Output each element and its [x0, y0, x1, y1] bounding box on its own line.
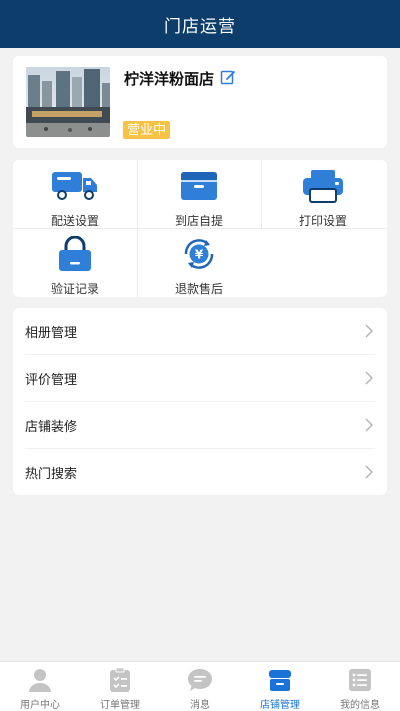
chevron-right-icon — [365, 465, 374, 479]
list-item-label: 相册管理 — [25, 324, 78, 340]
delivery-truck-icon — [50, 170, 100, 207]
tab-store-management[interactable]: 店铺管理 — [240, 662, 320, 711]
tab-label: 店铺管理 — [260, 700, 300, 711]
management-list: 相册管理 评价管理 店铺装修 热门搜索 — [13, 308, 387, 495]
lock-icon — [55, 235, 95, 277]
user-icon — [26, 667, 54, 693]
tab-label: 我的信息 — [340, 700, 380, 711]
refund-yen-icon: ¥ — [178, 236, 220, 277]
list-item-label: 评价管理 — [25, 371, 78, 387]
print-settings-button[interactable]: 打印设置 — [261, 160, 385, 228]
list-item-label: 热门搜索 — [25, 465, 78, 481]
feature-grid: 配送设置 到店自提 打印设置 验证记录 ¥ 退款售后 — [13, 160, 387, 297]
edit-icon[interactable] — [220, 69, 236, 85]
store-info-card: 柠洋洋粉面店 营业中 — [13, 56, 387, 148]
tab-user-center[interactable]: 用户中心 — [0, 662, 80, 711]
tab-label: 消息 — [190, 700, 210, 711]
store-name: 柠洋洋粉面店 — [124, 71, 215, 88]
svg-text:¥: ¥ — [195, 247, 204, 261]
list-item-review-management[interactable]: 评价管理 — [13, 355, 387, 401]
tab-messages[interactable]: 消息 — [160, 662, 240, 711]
list-item-album-management[interactable]: 相册管理 — [13, 308, 387, 354]
status-badge: 营业中 — [123, 121, 171, 139]
clipboard-icon — [106, 667, 134, 693]
list-icon — [346, 667, 374, 693]
store-photo — [26, 67, 110, 137]
store-pickup-button[interactable]: 到店自提 — [137, 160, 261, 228]
printer-icon — [301, 169, 345, 208]
chevron-right-icon — [365, 418, 374, 432]
top-header: 门店运营 — [0, 0, 400, 48]
chevron-right-icon — [365, 371, 374, 385]
verification-records-label: 验证记录 — [50, 282, 99, 296]
verification-records-button[interactable]: 验证记录 — [13, 228, 137, 296]
delivery-settings-label: 配送设置 — [50, 214, 99, 228]
chevron-right-icon — [365, 324, 374, 338]
list-item-label: 店铺装修 — [25, 418, 78, 434]
box-icon — [178, 170, 220, 207]
delivery-settings-button[interactable]: 配送设置 — [13, 160, 137, 228]
print-settings-label: 打印设置 — [298, 214, 347, 228]
tab-order-management[interactable]: 订单管理 — [80, 662, 160, 711]
tab-my-info[interactable]: 我的信息 — [320, 662, 400, 711]
chat-icon — [186, 667, 214, 693]
list-item-store-decoration[interactable]: 店铺装修 — [13, 402, 387, 448]
tab-label: 订单管理 — [100, 700, 140, 711]
list-item-hot-search[interactable]: 热门搜索 — [13, 449, 387, 495]
store-icon — [266, 667, 294, 693]
page-title: 门店运营 — [164, 16, 236, 36]
store-pickup-label: 到店自提 — [174, 214, 223, 228]
tab-label: 用户中心 — [20, 700, 60, 711]
refund-aftersales-label: 退款售后 — [174, 282, 223, 296]
refund-aftersales-button[interactable]: ¥ 退款售后 — [137, 228, 261, 296]
bottom-tab-bar: 用户中心 订单管理 消息 店铺管理 我的信息 — [0, 661, 400, 711]
